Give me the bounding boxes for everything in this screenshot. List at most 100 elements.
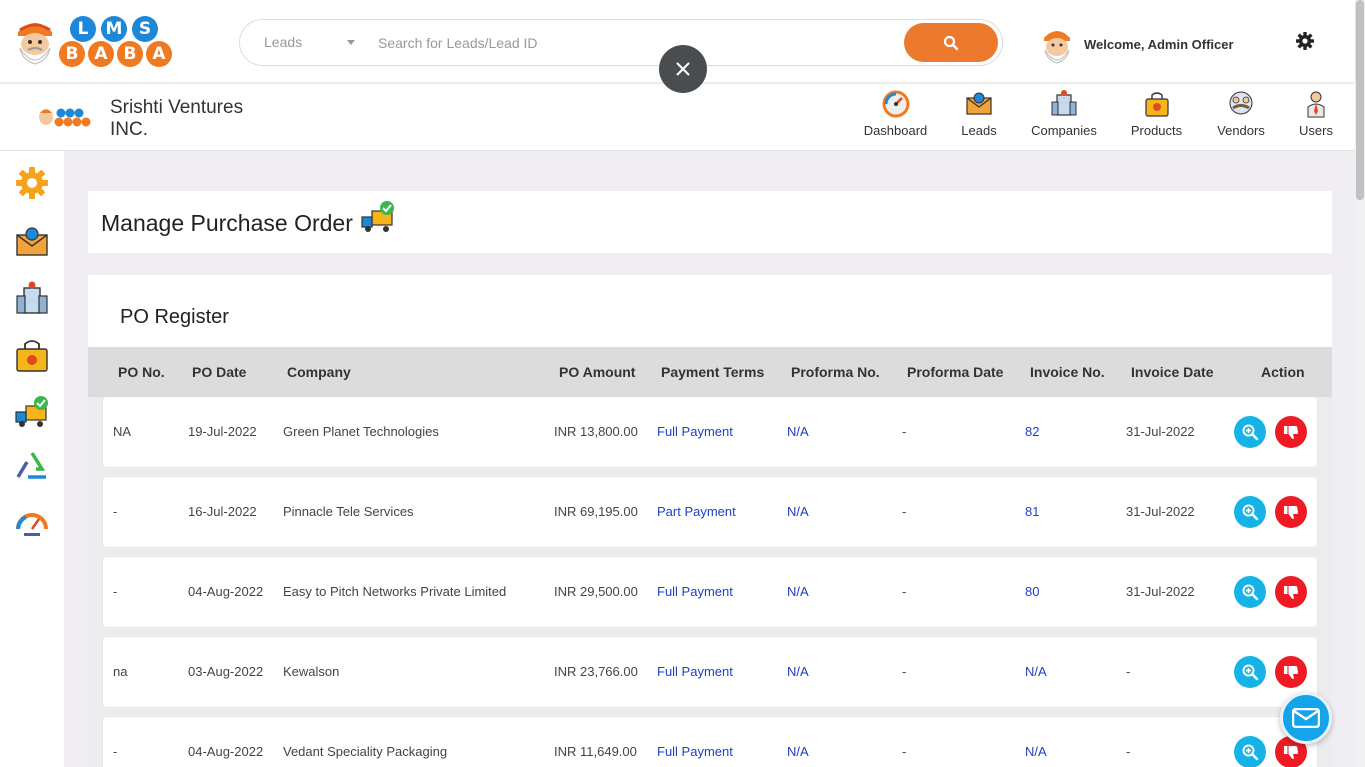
column-header: Company [287, 364, 351, 380]
vendors-handshake-icon [1229, 91, 1253, 115]
products-bag-icon[interactable] [14, 337, 50, 373]
thumbs-down-icon [1284, 666, 1298, 679]
zoom-in-icon [1242, 424, 1259, 441]
baba-mascot-icon [18, 23, 52, 65]
companies-building-icon[interactable] [14, 280, 50, 316]
zoom-in-icon [1242, 664, 1259, 681]
reject-button[interactable] [1275, 576, 1307, 608]
thumbs-down-icon [1284, 586, 1298, 599]
reject-button[interactable] [1275, 656, 1307, 688]
settings-gear-icon[interactable] [14, 165, 50, 201]
page-title-card: Manage Purchase Order [88, 191, 1332, 253]
lmsbaba-logo[interactable]: L M S B A B A [12, 12, 177, 70]
nav-vendors[interactable]: Vendors [1205, 82, 1277, 151]
company-logo [39, 108, 91, 127]
column-header: PO No. [118, 364, 165, 380]
search-bar: Leads [239, 19, 1003, 66]
chevron-down-icon[interactable] [347, 40, 355, 45]
search-button[interactable] [904, 23, 998, 62]
proforma-number-link[interactable]: N/A [787, 637, 809, 707]
column-header: Invoice Date [1131, 364, 1214, 380]
user-profile[interactable]: Welcome, Admin Officer [1040, 24, 1234, 64]
column-header: Proforma No. [791, 364, 880, 380]
po-amount: INR 13,800.00 [554, 424, 638, 439]
search-icon [943, 35, 959, 50]
company: Pinnacle Tele Services [283, 504, 414, 519]
invoice-number-link[interactable]: 80 [1025, 557, 1039, 627]
invoice-number-link[interactable]: 82 [1025, 397, 1039, 467]
close-button[interactable] [659, 45, 707, 93]
proforma-date: - [902, 504, 907, 519]
leads-envelope-icon [966, 92, 992, 115]
reject-button[interactable] [1275, 496, 1307, 528]
payment-terms-link[interactable]: Full Payment [657, 397, 733, 467]
table-row: - 04-Aug-2022 Easy to Pitch Networks Pri… [103, 557, 1317, 627]
view-button[interactable] [1234, 416, 1266, 448]
po-number: - [113, 584, 118, 599]
logo-letter: L [70, 16, 96, 42]
search-category-select[interactable]: Leads [264, 20, 359, 65]
proforma-number-link[interactable]: N/A [787, 397, 809, 467]
logo-letter: S [132, 16, 158, 42]
view-button[interactable] [1234, 736, 1266, 767]
po-date: 03-Aug-2022 [188, 664, 264, 679]
column-header: Invoice No. [1030, 364, 1105, 380]
leads-envelope-icon[interactable] [14, 223, 50, 259]
nav-users[interactable]: Users [1277, 82, 1355, 151]
proforma-date: - [902, 584, 907, 599]
invoice-date: 31-Jul-2022 [1126, 584, 1195, 599]
proforma-date: - [902, 664, 907, 679]
invoice-number-link[interactable]: N/A [1025, 637, 1047, 707]
companies-building-icon [1051, 90, 1077, 116]
invoice-date: 31-Jul-2022 [1126, 504, 1195, 519]
invoice-number-link[interactable]: N/A [1025, 717, 1047, 767]
page-scrollbar[interactable] [1355, 0, 1365, 767]
po-amount: INR 69,195.00 [554, 504, 638, 519]
payment-terms-link[interactable]: Full Payment [657, 717, 733, 767]
gear-icon[interactable] [1295, 31, 1315, 51]
logo-letter: B [117, 41, 143, 67]
view-button[interactable] [1234, 576, 1266, 608]
nav-companies[interactable]: Companies [1020, 82, 1108, 151]
nav-dashboard[interactable]: Dashboard [853, 82, 938, 151]
purchase-order-truck-icon[interactable] [14, 394, 50, 430]
table-header: PO No. PO Date Company PO Amount Payment… [88, 347, 1332, 397]
zoom-in-icon [1242, 744, 1259, 761]
po-date: 04-Aug-2022 [188, 744, 264, 759]
payment-terms-link[interactable]: Part Payment [657, 477, 736, 547]
invoice-date: - [1126, 744, 1131, 759]
thumbs-down-icon [1284, 426, 1298, 439]
nav-leads[interactable]: Leads [938, 82, 1020, 151]
po-number: - [113, 504, 118, 519]
po-date: 16-Jul-2022 [188, 504, 257, 519]
invoice-number-link[interactable]: 81 [1025, 477, 1039, 547]
nav-label: Vendors [1217, 123, 1265, 138]
contact-mail-button[interactable] [1280, 692, 1332, 744]
scrollbar-thumb[interactable] [1356, 0, 1364, 200]
po-number: na [113, 664, 128, 679]
view-button[interactable] [1234, 656, 1266, 688]
po-number: NA [113, 424, 132, 439]
dashboard-gauge-icon[interactable] [14, 505, 50, 541]
po-date: 19-Jul-2022 [188, 424, 257, 439]
po-amount: INR 29,500.00 [554, 584, 638, 599]
nav-label: Dashboard [863, 123, 928, 138]
invoice-date: 31-Jul-2022 [1126, 424, 1195, 439]
search-input[interactable] [378, 20, 898, 65]
company-name: Srishti Ventures INC. [110, 97, 244, 140]
nav-products[interactable]: Products [1108, 82, 1205, 151]
proforma-number-link[interactable]: N/A [787, 477, 809, 547]
proforma-date: - [902, 744, 907, 759]
reject-button[interactable] [1275, 416, 1307, 448]
view-button[interactable] [1234, 496, 1266, 528]
table-row: - 16-Jul-2022 Pinnacle Tele Services INR… [103, 477, 1317, 547]
dashboard-gauge-icon [882, 90, 909, 118]
payment-terms-link[interactable]: Full Payment [657, 557, 733, 627]
nav-label: Leads [961, 123, 997, 138]
proforma-number-link[interactable]: N/A [787, 557, 809, 627]
recycle-icon[interactable] [14, 449, 50, 485]
proforma-number-link[interactable]: N/A [787, 717, 809, 767]
column-header: Action [1261, 364, 1305, 380]
payment-terms-link[interactable]: Full Payment [657, 637, 733, 707]
po-date: 04-Aug-2022 [188, 584, 264, 599]
